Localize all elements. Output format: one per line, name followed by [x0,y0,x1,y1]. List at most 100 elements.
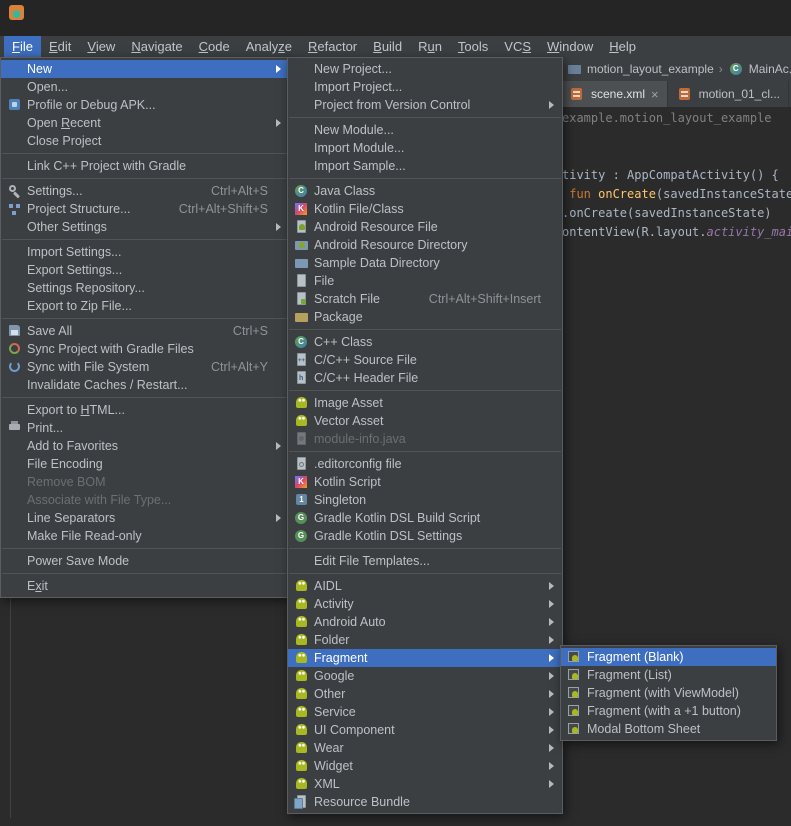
menu-item[interactable]: Image Asset [288,394,562,412]
menu-item[interactable]: Sync with File System Ctrl+Alt+Y [1,358,289,376]
menu-item[interactable]: Activity [288,595,562,613]
menu-item[interactable]: Edit File Templates... [288,552,562,570]
menu-item[interactable]: New Module... [288,121,562,139]
menu-item[interactable]: Import Module... [288,139,562,157]
menu-item[interactable]: Link C++ Project with Gradle [1,157,289,175]
menu-item[interactable]: Export to Zip File... [1,297,289,315]
empty-icon-slot [6,280,24,296]
menu-item[interactable]: Resource Bundle [288,793,562,811]
menu-item[interactable]: Open Recent [1,114,289,132]
submenu-arrow-icon [549,708,554,716]
menubar-item[interactable]: Analyze [238,36,300,57]
menubar-item-label: Help [609,39,636,54]
menu-item[interactable]: New Project... [288,60,562,78]
menu-item[interactable]: Fragment (List) [561,666,776,684]
menu-item[interactable]: module-info.java [288,430,562,448]
menubar-item[interactable]: Refactor [300,36,365,57]
panel-divider[interactable] [10,596,11,818]
menu-item[interactable]: Fragment (with ViewModel) [561,684,776,702]
submenu-arrow-icon [276,65,281,73]
menubar-item[interactable]: File [4,36,41,57]
menu-item[interactable]: Import Project... [288,78,562,96]
menu-item[interactable]: Modal Bottom Sheet [561,720,776,738]
menu-item[interactable]: Make File Read-only [1,527,289,545]
android-studio-window: File Edit View Navigate Code Analyze Ref… [0,0,791,826]
menu-item[interactable]: Package [288,308,562,326]
menu-item[interactable]: Android Resource Directory [288,236,562,254]
menu-item[interactable]: Import Sample... [288,157,562,175]
menu-item[interactable]: Gradle Kotlin DSL Settings [288,527,562,545]
menu-item[interactable]: UI Component [288,721,562,739]
menu-item[interactable]: Export to HTML... [1,401,289,419]
breadcrumb-item[interactable]: motion_layout_example [566,61,714,77]
menu-item[interactable]: Fragment [288,649,562,667]
menu-item[interactable]: Profile or Debug APK... [1,96,289,114]
menu-item[interactable]: XML [288,775,562,793]
menu-item[interactable]: File [288,272,562,290]
menu-item[interactable]: Java Class [288,182,562,200]
menubar-item[interactable]: Help [601,36,644,57]
menubar-item[interactable]: Code [191,36,238,57]
new-submenu: New Project... Import Project... Project… [287,57,563,814]
menu-item[interactable]: Google [288,667,562,685]
menu-item[interactable]: Settings Repository... [1,279,289,297]
menu-item[interactable]: Kotlin Script [288,473,562,491]
menu-item[interactable]: Close Project [1,132,289,150]
menu-item[interactable]: Folder [288,631,562,649]
menu-item[interactable]: .editorconfig file [288,455,562,473]
breadcrumb-item[interactable]: › MainAc... [714,61,791,77]
menubar-item[interactable]: Build [365,36,410,57]
menu-item[interactable]: Project from Version Control [288,96,562,114]
menu-item[interactable]: Export Settings... [1,261,289,279]
menu-item[interactable]: C/C++ Source File [288,351,562,369]
menu-item[interactable]: Project Structure... Ctrl+Alt+Shift+S [1,200,289,218]
empty-icon-slot [6,528,24,544]
menu-item[interactable]: Vector Asset [288,412,562,430]
menu-item[interactable]: AIDL [288,577,562,595]
menu-item[interactable]: Scratch File Ctrl+Alt+Shift+Insert [288,290,562,308]
menu-item[interactable]: Service [288,703,562,721]
menu-item[interactable]: Widget [288,757,562,775]
menu-item[interactable]: Other Settings [1,218,289,236]
menubar-item[interactable]: Edit [41,36,79,57]
menu-item[interactable]: Android Resource File [288,218,562,236]
menu-item[interactable]: Line Separators [1,509,289,527]
menu-item[interactable]: C/C++ Header File [288,369,562,387]
menubar-item[interactable]: VCS [496,36,539,57]
menubar-item[interactable]: Tools [450,36,496,57]
menu-item[interactable]: Import Settings... [1,243,289,261]
menubar-item[interactable]: Navigate [123,36,190,57]
menu-item[interactable]: Sync Project with Gradle Files [1,340,289,358]
menu-item[interactable]: Exit [1,577,289,595]
close-tab-icon[interactable]: × [651,88,659,101]
menu-item[interactable]: Associate with File Type... [1,491,289,509]
menu-item[interactable]: C++ Class [288,333,562,351]
menu-item[interactable]: Android Auto [288,613,562,631]
menu-item[interactable]: Wear [288,739,562,757]
menu-item[interactable]: Invalidate Caches / Restart... [1,376,289,394]
menu-item[interactable]: Singleton [288,491,562,509]
menu-item[interactable]: Other [288,685,562,703]
editor-tab[interactable]: scene.xml × [560,81,668,107]
menubar-item[interactable]: Window [539,36,601,57]
submenu-arrow-icon [549,744,554,752]
menu-item[interactable]: Gradle Kotlin DSL Build Script [288,509,562,527]
menu-item[interactable]: Power Save Mode [1,552,289,570]
menu-item[interactable]: Print... [1,419,289,437]
menu-item[interactable]: Sample Data Directory [288,254,562,272]
editor-tab[interactable]: motion_01_cl... [668,81,789,107]
menubar-item[interactable]: View [79,36,123,57]
menu-item[interactable]: Kotlin File/Class [288,200,562,218]
menu-item[interactable]: File Encoding [1,455,289,473]
menu-item[interactable]: Save All Ctrl+S [1,322,289,340]
menu-item[interactable]: Open... [1,78,289,96]
gradle-sync-icon [6,341,24,357]
menu-item[interactable]: Add to Favorites [1,437,289,455]
menubar-item[interactable]: Run [410,36,450,57]
menu-item[interactable]: Remove BOM [1,473,289,491]
menu-item[interactable]: New [1,60,289,78]
menu-item[interactable]: Settings... Ctrl+Alt+S [1,182,289,200]
menu-item[interactable]: Fragment (Blank) [561,648,776,666]
menu-item[interactable]: Fragment (with a +1 button) [561,702,776,720]
menu-item-label: XML [314,777,541,791]
